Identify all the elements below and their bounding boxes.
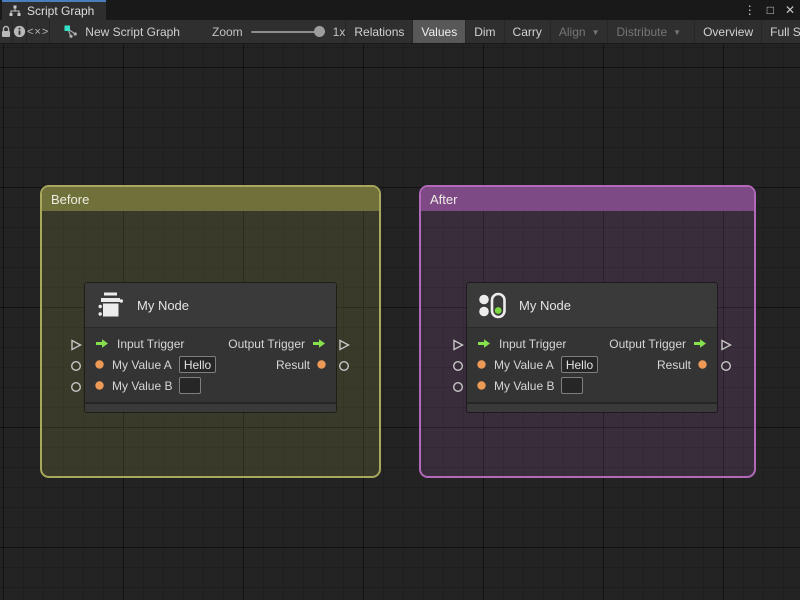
distribute-label: Distribute — [616, 24, 668, 39]
info-icon — [13, 25, 26, 38]
group-before-header[interactable]: Before — [42, 187, 379, 211]
port-label: Input Trigger — [117, 336, 185, 351]
value-input[interactable]: Hello — [178, 356, 217, 373]
trigger-arrow-icon[interactable] — [312, 338, 326, 349]
value-dot-icon[interactable] — [317, 360, 326, 369]
node-my-node-before[interactable]: My Node Input Trigger Output Trigger My … — [85, 283, 336, 412]
value-dot-icon[interactable] — [95, 360, 104, 369]
fullscreen-button[interactable]: Full Screen — [761, 20, 800, 43]
trigger-port-outline[interactable] — [70, 338, 82, 351]
port-label: My Value B — [494, 378, 555, 393]
distribute-dropdown[interactable]: Distribute ▼ — [607, 20, 689, 43]
node-title: My Node — [519, 297, 572, 313]
node-before-header[interactable]: My Node — [85, 283, 336, 328]
relations-label: Relations — [354, 24, 405, 39]
zoom-slider-handle[interactable] — [313, 26, 325, 37]
graph-name-label: New Script Graph — [85, 24, 180, 39]
port-row: My Value A Hello Result — [467, 354, 717, 375]
values-button[interactable]: Values — [412, 20, 466, 43]
node-footer — [85, 404, 336, 412]
value-port-outline[interactable] — [70, 380, 82, 393]
port-label: Output Trigger — [228, 336, 305, 351]
script-machine-icon — [96, 290, 126, 320]
value-port-outline[interactable] — [338, 359, 350, 372]
value-port-outline[interactable] — [452, 359, 464, 372]
info-button[interactable] — [13, 20, 27, 43]
tab-script-graph[interactable]: Script Graph — [2, 0, 106, 20]
trigger-arrow-icon[interactable] — [95, 338, 109, 349]
port-row: My Value A Hello Result — [85, 354, 336, 375]
tab-label: Script Graph — [27, 4, 95, 18]
overview-label: Overview — [703, 24, 754, 39]
trigger-port-outline[interactable] — [720, 338, 732, 351]
carry-button[interactable]: Carry — [503, 20, 550, 43]
chevron-down-icon: ▼ — [673, 28, 682, 37]
zoom-slider[interactable] — [250, 20, 325, 43]
relations-button[interactable]: Relations — [345, 20, 412, 43]
dim-button[interactable]: Dim — [465, 20, 503, 43]
lock-button[interactable] — [0, 20, 13, 43]
chevron-down-icon: ▼ — [591, 28, 600, 37]
lock-icon — [0, 25, 12, 38]
graph-canvas[interactable]: Before After My Node Input Trigger Outpu… — [0, 44, 800, 600]
port-row: My Value B — [85, 375, 336, 396]
value-port-outline[interactable] — [452, 380, 464, 393]
port-label: My Value A — [494, 357, 554, 372]
hierarchy-icon — [9, 5, 21, 17]
window-close-icon[interactable]: ✕ — [785, 0, 795, 20]
group-after-title: After — [430, 191, 458, 207]
port-row: Input Trigger Output Trigger — [85, 333, 336, 354]
trigger-arrow-icon[interactable] — [693, 338, 707, 349]
value-dot-icon[interactable] — [95, 381, 104, 390]
node-before-body: Input Trigger Output Trigger My Value A … — [85, 328, 336, 402]
node-footer — [467, 404, 717, 412]
align-label: Align — [558, 24, 586, 39]
carry-label: Carry — [512, 24, 542, 39]
window-menu-icon[interactable]: ⋮ — [744, 0, 756, 20]
value-input[interactable]: Hello — [560, 356, 599, 373]
graph-title: New Script Graph — [64, 20, 180, 43]
toggle-unit-icon — [478, 290, 508, 320]
port-label: My Value A — [112, 357, 172, 372]
group-after-header[interactable]: After — [421, 187, 754, 211]
group-before-title: Before — [51, 191, 90, 207]
port-label: Result — [275, 357, 310, 372]
trigger-port-outline[interactable] — [338, 338, 350, 351]
fullscreen-label: Full Screen — [770, 24, 800, 39]
node-title: My Node — [137, 297, 190, 313]
node-my-node-after[interactable]: My Node Input Trigger Output Trigger My … — [467, 283, 717, 412]
value-dot-icon[interactable] — [477, 360, 486, 369]
window-maximize-icon[interactable]: □ — [767, 0, 774, 20]
port-label: My Value B — [112, 378, 173, 393]
code-icon: <×> — [27, 25, 50, 38]
graph-toolbar: <×> New Script Graph Zoom 1x Relations V… — [0, 20, 800, 44]
values-label: Values — [421, 24, 458, 39]
trigger-port-outline[interactable] — [452, 338, 464, 351]
node-after-header[interactable]: My Node — [467, 283, 717, 328]
node-after-body: Input Trigger Output Trigger My Value A … — [467, 328, 717, 402]
code-view-button[interactable]: <×> — [27, 20, 51, 43]
port-row: Input Trigger Output Trigger — [467, 333, 717, 354]
value-input[interactable] — [561, 377, 584, 394]
graph-icon — [64, 25, 78, 39]
value-dot-icon[interactable] — [698, 360, 707, 369]
value-port-outline[interactable] — [720, 359, 732, 372]
value-input[interactable] — [179, 377, 202, 394]
port-label: Output Trigger — [609, 336, 686, 351]
overview-button[interactable]: Overview — [694, 20, 761, 43]
trigger-arrow-icon[interactable] — [477, 338, 491, 349]
port-row: My Value B — [467, 375, 717, 396]
dim-label: Dim — [474, 24, 496, 39]
zoom-label: Zoom — [211, 24, 243, 39]
port-label: Result — [656, 357, 691, 372]
tab-bar: Script Graph ⋮ □ ✕ — [0, 0, 800, 20]
value-dot-icon[interactable] — [477, 381, 486, 390]
value-port-outline[interactable] — [70, 359, 82, 372]
port-label: Input Trigger — [499, 336, 567, 351]
zoom-value: 1x — [332, 24, 346, 39]
align-dropdown[interactable]: Align ▼ — [549, 20, 608, 43]
